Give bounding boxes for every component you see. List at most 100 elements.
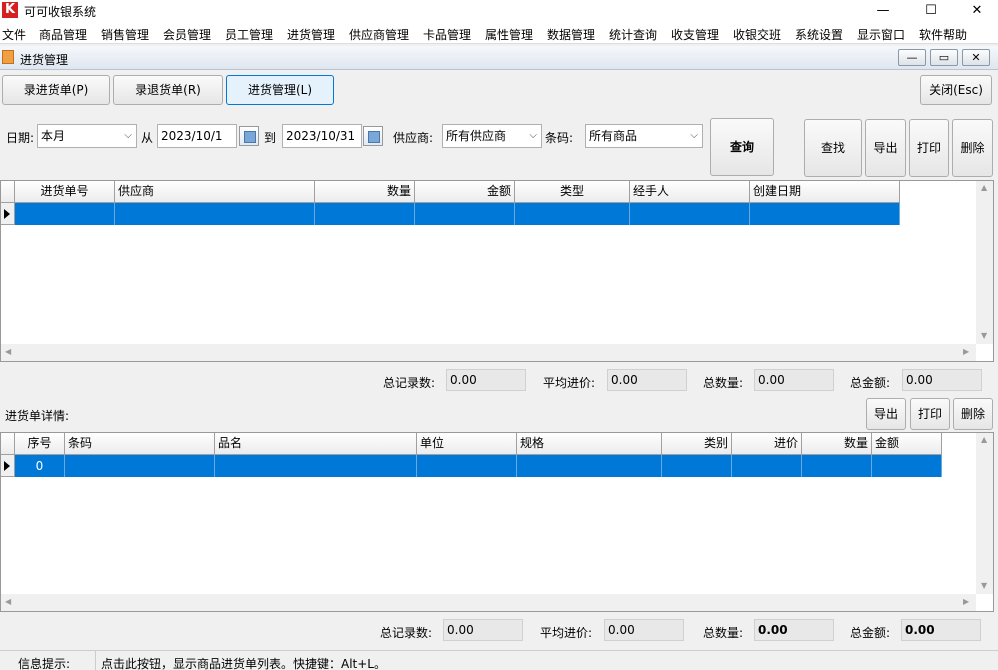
main-qty-value: 0.00 [754, 369, 834, 391]
tab-entry-return[interactable]: 录退货单(R) [113, 75, 223, 105]
detail-export-button[interactable]: 导出 [866, 398, 906, 430]
row-header[interactable] [1, 203, 15, 225]
col-amount[interactable]: 金额 [872, 433, 942, 455]
main-avg-label: 平均进价: [543, 376, 596, 390]
calendar-icon[interactable] [363, 126, 383, 146]
detail-qty-value: 0.00 [754, 619, 834, 641]
horizontal-scrollbar[interactable]: ◀ ▶ [1, 594, 976, 611]
detail-records-value: 0.00 [443, 619, 523, 641]
col-amount[interactable]: 金额 [415, 181, 515, 203]
cell-supplier [115, 203, 315, 225]
scroll-down-icon[interactable]: ▼ [981, 331, 987, 340]
cell-barcode [65, 455, 215, 477]
cell-type [515, 203, 630, 225]
cell-seq: 0 [15, 455, 65, 477]
title-bar: K 可可收银系统 — ☐ ✕ [0, 0, 998, 22]
child-close-button[interactable]: ✕ [962, 49, 990, 66]
col-supplier[interactable]: 供应商 [115, 181, 315, 203]
menu-attributes[interactable]: 属性管理 [485, 26, 533, 43]
child-minimize-button[interactable]: — [898, 49, 926, 66]
menu-finance[interactable]: 收支管理 [671, 26, 719, 43]
close-window-button[interactable]: ✕ [954, 0, 998, 22]
purchase-detail-grid[interactable]: 序号 条码 品名 单位 规格 类别 进价 数量 金额 0 ▲ ▼ ◀ ▶ [0, 432, 994, 612]
col-quantity[interactable]: 数量 [315, 181, 415, 203]
col-spec[interactable]: 规格 [517, 433, 662, 455]
menu-window[interactable]: 显示窗口 [857, 26, 905, 43]
query-button[interactable]: 查询 [710, 118, 774, 176]
menu-stats[interactable]: 统计查询 [609, 26, 657, 43]
calendar-icon[interactable] [239, 126, 259, 146]
export-button[interactable]: 导出 [865, 119, 906, 177]
table-row[interactable] [15, 203, 900, 225]
supplier-value: 所有供应商 [446, 129, 507, 143]
menu-purchase[interactable]: 进货管理 [287, 26, 335, 43]
col-name[interactable]: 品名 [215, 433, 417, 455]
scroll-left-icon[interactable]: ◀ [5, 347, 11, 356]
minimize-button[interactable]: — [860, 0, 906, 22]
vertical-scrollbar[interactable]: ▲ ▼ [976, 181, 993, 344]
menu-help[interactable]: 软件帮助 [919, 26, 967, 43]
col-created-date[interactable]: 创建日期 [750, 181, 900, 203]
scroll-left-icon[interactable]: ◀ [5, 597, 11, 606]
detail-delete-button[interactable]: 删除 [953, 398, 993, 430]
detail-title: 进货单详情: [5, 409, 70, 423]
cell-unit [417, 455, 517, 477]
detail-avg-label: 平均进价: [540, 626, 593, 640]
detail-qty-label: 总数量: [703, 626, 744, 640]
table-row[interactable]: 0 [15, 455, 942, 477]
col-qty[interactable]: 数量 [802, 433, 872, 455]
delete-button[interactable]: 删除 [952, 119, 993, 177]
col-price[interactable]: 进价 [732, 433, 802, 455]
menu-data[interactable]: 数据管理 [547, 26, 595, 43]
cell-price [732, 455, 802, 477]
col-seq[interactable]: 序号 [15, 433, 65, 455]
to-date-input[interactable]: 2023/10/31 [282, 124, 362, 148]
row-pointer-icon [4, 461, 10, 471]
menu-shift[interactable]: 收银交班 [733, 26, 781, 43]
menu-sales[interactable]: 销售管理 [101, 26, 149, 43]
cell-spec [517, 455, 662, 477]
supplier-select[interactable]: 所有供应商 ⌵ [442, 124, 542, 148]
row-pointer-icon [4, 209, 10, 219]
close-panel-button[interactable]: 关闭(Esc) [920, 75, 992, 105]
col-order-no[interactable]: 进货单号 [15, 181, 115, 203]
cell-created-date [750, 203, 900, 225]
col-category[interactable]: 类别 [662, 433, 732, 455]
scroll-down-icon[interactable]: ▼ [981, 581, 987, 590]
find-button[interactable]: 查找 [804, 119, 862, 177]
detail-amount-label: 总金额: [850, 626, 891, 640]
menu-cards[interactable]: 卡品管理 [423, 26, 471, 43]
col-barcode[interactable]: 条码 [65, 433, 215, 455]
from-date-input[interactable]: 2023/10/1 [157, 124, 237, 148]
scroll-up-icon[interactable]: ▲ [981, 183, 987, 192]
tab-purchase-manage[interactable]: 进货管理(L) [226, 75, 334, 105]
menu-file[interactable]: 文件 [2, 26, 26, 43]
print-button[interactable]: 打印 [909, 119, 949, 177]
col-type[interactable]: 类型 [515, 181, 630, 203]
maximize-button[interactable]: ☐ [908, 0, 954, 22]
menu-goods[interactable]: 商品管理 [39, 26, 87, 43]
scroll-right-icon[interactable]: ▶ [963, 347, 969, 356]
scroll-right-icon[interactable]: ▶ [963, 597, 969, 606]
child-restore-button[interactable]: ▭ [930, 49, 958, 66]
menu-supplier[interactable]: 供应商管理 [349, 26, 409, 43]
col-unit[interactable]: 单位 [417, 433, 517, 455]
main-records-value: 0.00 [446, 369, 526, 391]
barcode-select[interactable]: 所有商品 ⌵ [585, 124, 703, 148]
purchase-list-grid[interactable]: 进货单号 供应商 数量 金额 类型 经手人 创建日期 ▲ ▼ ◀ ▶ [0, 180, 994, 362]
date-range-value: 本月 [41, 129, 66, 143]
detail-print-button[interactable]: 打印 [910, 398, 950, 430]
row-header[interactable] [1, 455, 15, 477]
scroll-up-icon[interactable]: ▲ [981, 435, 987, 444]
date-range-select[interactable]: 本月 ⌵ [37, 124, 137, 148]
tab-entry-purchase[interactable]: 录进货单(P) [2, 75, 110, 105]
horizontal-scrollbar[interactable]: ◀ ▶ [1, 344, 976, 361]
chevron-down-icon: ⌵ [124, 130, 132, 141]
menu-staff[interactable]: 员工管理 [225, 26, 273, 43]
child-window-title-bar: 进货管理 — ▭ ✕ [0, 46, 998, 70]
menu-members[interactable]: 会员管理 [163, 26, 211, 43]
menu-settings[interactable]: 系统设置 [795, 26, 843, 43]
col-handler[interactable]: 经手人 [630, 181, 750, 203]
cell-handler [630, 203, 750, 225]
vertical-scrollbar[interactable]: ▲ ▼ [976, 433, 993, 594]
